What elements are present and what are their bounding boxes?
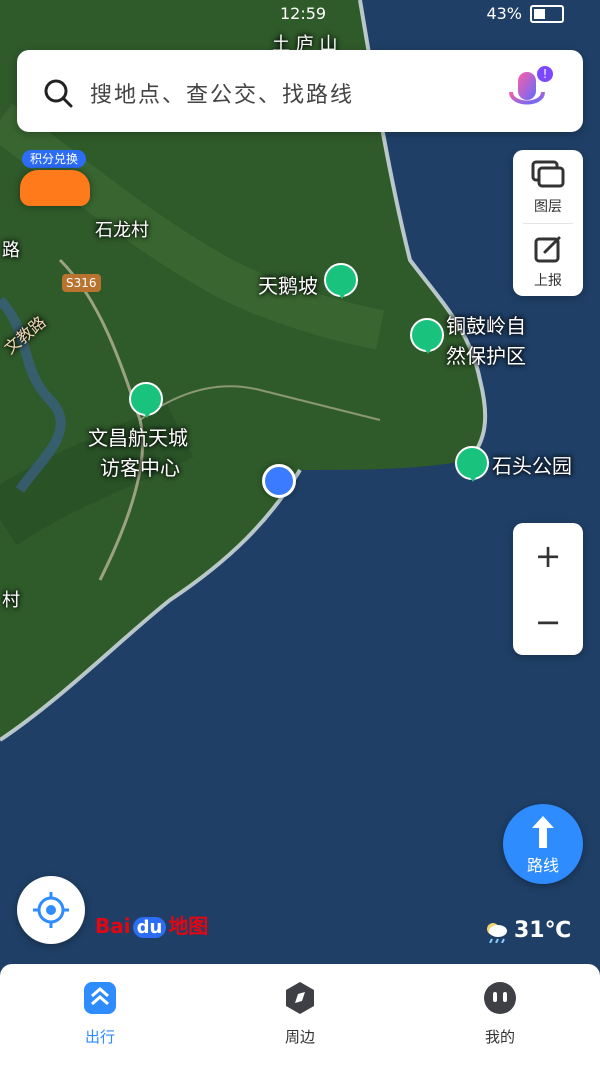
map-label-shitou-park: 石头公园 <box>492 454 572 478</box>
current-location-dot <box>262 464 296 498</box>
tab-me-label: 我的 <box>484 1028 515 1046</box>
mic-badge: ! <box>537 66 553 82</box>
tab-travel[interactable]: 出行 <box>40 980 160 1047</box>
logo-right: 地图 <box>168 914 209 938</box>
layers-icon <box>531 160 565 188</box>
map-label-wenchang-line1: 文昌航天城 <box>88 426 188 450</box>
baidu-map-logo: Bai du 地图 <box>95 910 208 939</box>
cloud-rain-icon <box>487 922 507 943</box>
wenchang-poi-icon[interactable] <box>129 382 163 418</box>
car-icon <box>20 170 90 206</box>
map-label-tonggu-line1: 铜鼓岭自 <box>446 314 526 338</box>
compass-icon <box>286 982 314 1014</box>
weather-widget[interactable]: 31℃ <box>484 918 571 943</box>
route-button[interactable]: 路线 <box>503 804 583 884</box>
route-label: 路线 <box>526 856 559 875</box>
locate-button[interactable] <box>17 876 85 944</box>
map-tools-panel: 图层 上报 <box>513 150 583 296</box>
edit-icon <box>534 236 561 263</box>
search-icon <box>44 79 73 108</box>
tab-me[interactable]: 我的 <box>440 980 560 1047</box>
tianepo-poi-icon[interactable] <box>324 263 358 299</box>
layers-button[interactable]: 图层 <box>513 160 583 216</box>
shitou-poi-icon[interactable] <box>455 446 489 482</box>
logo-left: Bai <box>95 914 131 938</box>
zoom-out-button[interactable]: − <box>513 589 583 655</box>
map-background <box>0 0 600 1066</box>
map-label-tianepo: 天鹅坡 <box>258 274 318 298</box>
road-badge-s316: S316 <box>62 274 101 292</box>
status-right: 43% <box>486 4 564 23</box>
zoom-in-button[interactable]: + <box>513 523 583 589</box>
panel-divider <box>523 223 573 224</box>
map-label-village-left: 村 <box>2 590 20 611</box>
map-label-road-left: 路 <box>2 240 20 261</box>
tonggu-poi-icon[interactable] <box>410 318 444 354</box>
map-label-wenchang-line2: 访客中心 <box>100 456 180 480</box>
battery-icon <box>530 4 564 23</box>
map-label-shilong-village: 石龙村 <box>95 220 149 241</box>
arrow-up-icon <box>532 816 554 848</box>
map-canvas[interactable]: 土 庐 山 石龙村 路 S316 文教路 天鹅坡 铜鼓岭自 然保护区 文昌航天城… <box>0 0 600 1066</box>
battery-percent: 43% <box>486 4 522 23</box>
search-bar[interactable]: 搜地点、查公交、找路线 ! <box>17 50 583 132</box>
points-exchange-car[interactable]: 积分兑换 <box>10 150 90 212</box>
tab-nearby[interactable]: 周边 <box>240 980 360 1047</box>
map-label-tonggu-line2: 然保护区 <box>446 344 526 368</box>
tab-nearby-label: 周边 <box>284 1028 315 1046</box>
chevrons-up-icon <box>84 982 116 1014</box>
status-bar: 12:59 43% <box>0 0 600 30</box>
face-icon <box>484 982 516 1014</box>
tab-travel-label: 出行 <box>84 1028 115 1046</box>
weather-temperature: 31℃ <box>514 918 572 943</box>
zoom-control: + − <box>513 523 583 655</box>
report-button[interactable]: 上报 <box>513 234 583 290</box>
layers-label: 图层 <box>534 199 562 215</box>
target-icon <box>33 892 69 928</box>
logo-du: du <box>132 917 167 938</box>
search-placeholder: 搜地点、查公交、找路线 <box>90 83 355 108</box>
status-time: 12:59 <box>280 4 327 23</box>
bottom-tab-bar: 出行 周边 我的 <box>0 964 600 1066</box>
report-label: 上报 <box>534 273 562 289</box>
points-exchange-label: 积分兑换 <box>22 150 86 168</box>
